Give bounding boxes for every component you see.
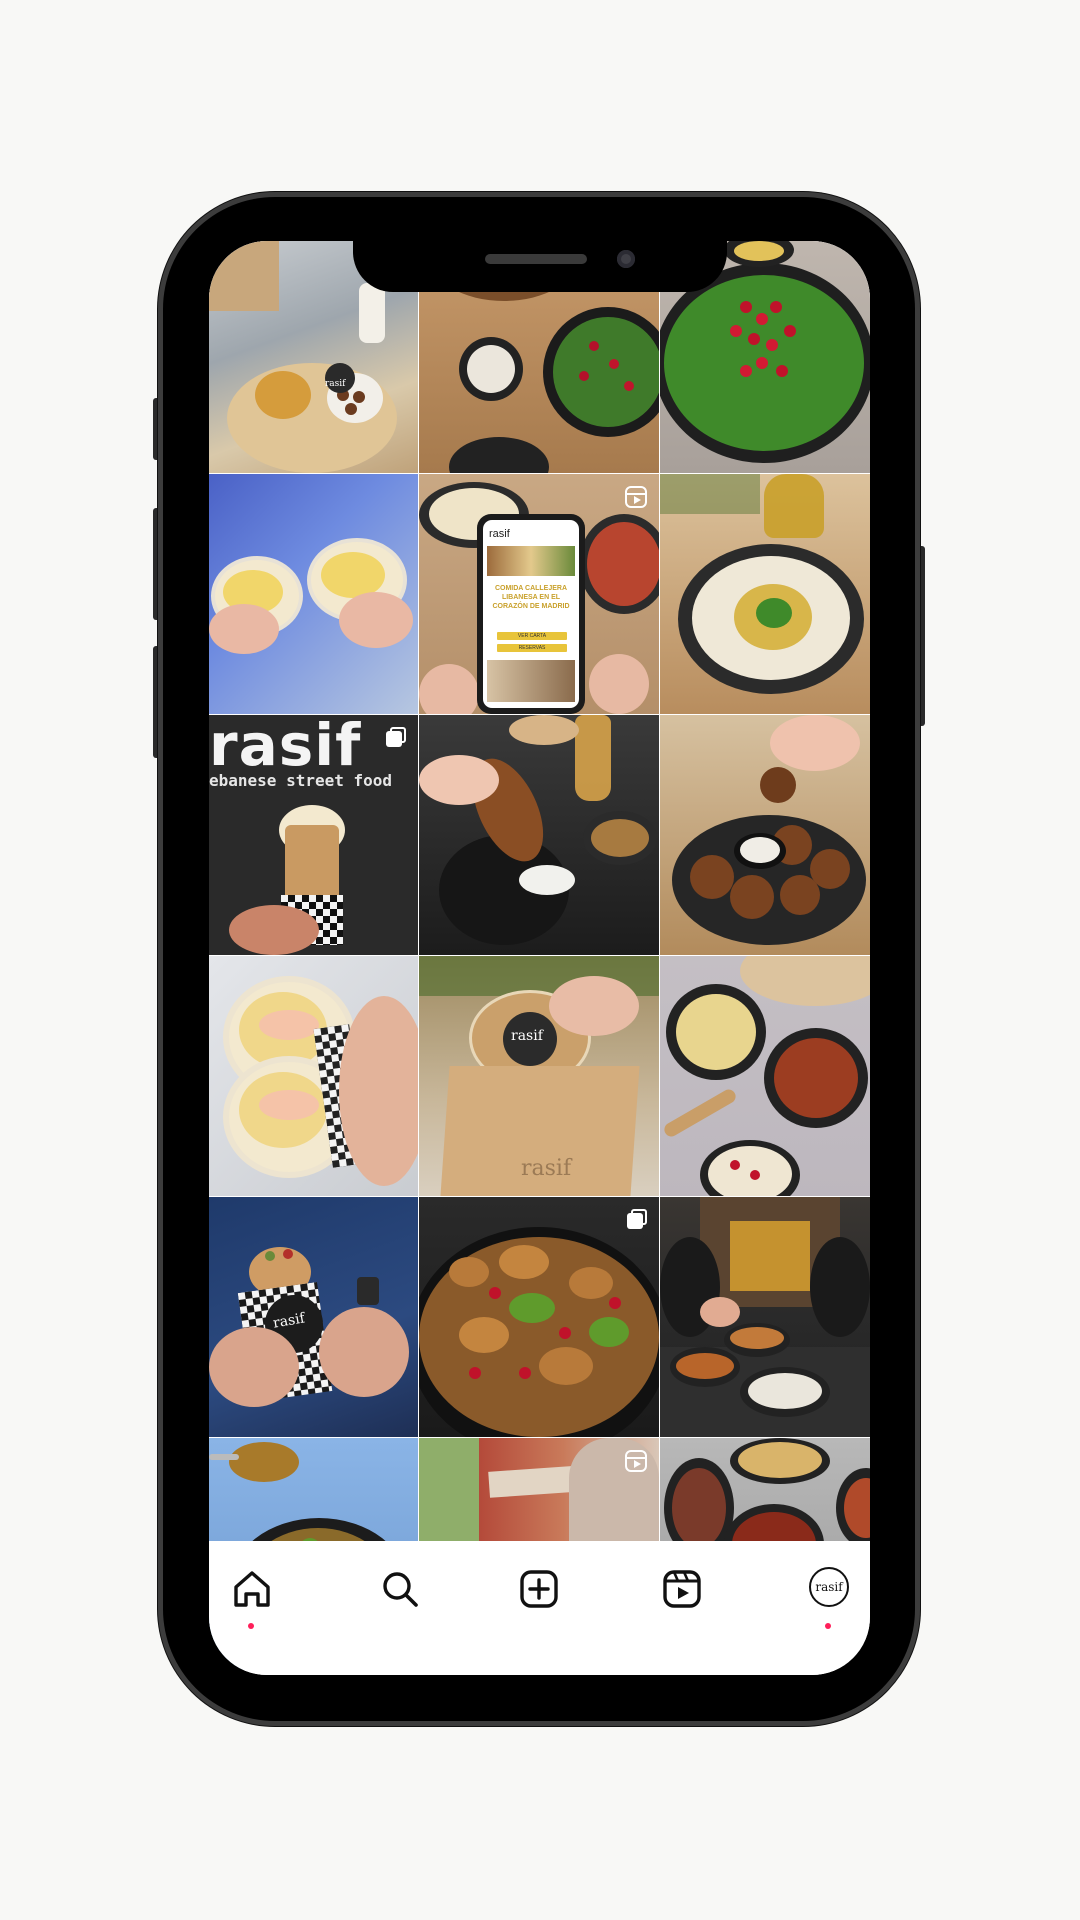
brand-wall-sign: rasif [209,715,362,779]
beer-glass [575,715,611,801]
post-tile[interactable] [209,956,418,1196]
profile-avatar: rasif [809,1567,849,1607]
lid-brand: rasif [511,1028,543,1044]
nav-home[interactable] [222,1559,282,1629]
mute-switch [153,398,163,460]
olive-oil-jar [764,474,824,538]
notch [353,241,727,292]
post-tile[interactable]: rasif ebanese street food [209,715,418,955]
post-tile[interactable] [660,956,870,1196]
paper-bag [209,241,279,311]
profile-notification-dot [825,1623,831,1629]
post-tile[interactable]: rasif rasif [419,956,659,1196]
website-hero-image [487,546,575,576]
phone-frame: rasif rasif COMIDA CALLEJERA LIBANESA EN… [163,197,915,1721]
activity-dot [248,1623,254,1629]
bottom-nav: rasif [209,1541,870,1675]
bottle [359,283,385,343]
pita-bread [740,956,870,1006]
front-camera [617,250,635,268]
carousel-icon [627,1209,647,1229]
home-icon [234,1571,270,1607]
wooden-spoon [661,1086,739,1140]
carousel-icon [386,727,406,747]
website-brand: rasif [489,528,510,540]
post-tile[interactable] [419,715,659,955]
falafel-dipped [760,767,796,803]
spoon-food [229,1442,299,1482]
speaker [485,254,587,264]
post-tile[interactable]: rasif COMIDA CALLEJERA LIBANESA EN EL CO… [419,474,659,714]
spoon [209,1454,239,1460]
search-icon [383,1572,418,1607]
post-tile[interactable]: rasif [209,1197,418,1437]
phone-screen: rasif rasif COMIDA CALLEJERA LIBANESA EN… [209,241,870,1675]
website-menu-button: VER CARTA [497,632,567,640]
tray-brand: rasif [325,379,346,389]
nav-create[interactable] [509,1559,569,1619]
post-tile[interactable] [660,715,870,955]
nav-profile[interactable]: rasif [799,1559,859,1629]
website-reservations-button: RESERVAS [497,644,567,652]
wrap-roll [285,825,339,905]
brand-tagline: ebanese street food [209,771,393,790]
post-tile[interactable] [419,1197,659,1437]
reel-icon [625,1450,647,1472]
website-phone: rasif COMIDA CALLEJERA LIBANESA EN EL CO… [477,514,585,714]
bag-brand: rasif [521,1156,572,1181]
watch [357,1277,379,1305]
website-headline: COMIDA CALLEJERA LIBANESA EN EL CORAZÓN … [492,585,570,610]
plus-square-icon [520,1570,558,1608]
nav-search[interactable] [370,1559,430,1619]
reels-icon [663,1570,701,1608]
post-tile[interactable] [209,474,418,714]
post-tile[interactable] [660,1197,870,1437]
volume-up-button [153,508,163,620]
reel-icon [625,486,647,508]
nav-reels[interactable] [652,1559,712,1619]
soup-bowl [255,371,311,419]
power-button [915,546,925,726]
posts-grid: rasif rasif COMIDA CALLEJERA LIBANESA EN… [209,241,870,1670]
volume-down-button [153,646,163,758]
post-tile[interactable] [660,474,870,714]
